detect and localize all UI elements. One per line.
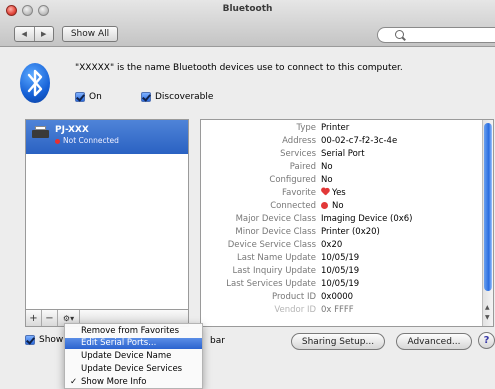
menu-item-remove-favorites[interactable]: Remove from Favorites [65,326,202,337]
on-label: On [89,92,102,102]
help-button[interactable]: ? [478,332,495,349]
menubar-label: bar [210,336,225,346]
scroll-up-arrow-icon[interactable]: ▲ [485,304,490,311]
info-row-vendor-id: Vendor ID 0x FFFF [274,305,354,315]
add-device-button[interactable]: + [26,310,42,326]
info-row-connected: Connected No [270,201,344,211]
printer-icon [32,126,49,140]
info-row-address: Address 00-02-c7-f2-3c-4e [282,136,398,146]
info-row-services: Services Serial Port [280,149,365,159]
checkbox-checked-icon [141,92,151,102]
info-row-product-id: Product ID 0x0000 [271,292,354,302]
advanced-button[interactable]: Advanced... [396,333,472,350]
scrollbar-thumb[interactable] [484,123,492,291]
status-dot-icon [55,139,60,144]
sharing-setup-button[interactable]: Sharing Setup... [291,333,385,350]
forward-button[interactable]: ▶ [33,27,54,41]
device-status: Not Connected [63,136,119,145]
on-checkbox[interactable]: On [75,92,102,102]
bluetooth-preferences-window: Bluetooth ◀ ▶ Show All "XXXXX" is the na… [0,0,495,389]
computer-name-text: "XXXXX" is the name Bluetooth devices us… [75,63,403,73]
checkbox-checked-icon [75,92,85,102]
menu-item-edit-serial-ports[interactable]: Edit Serial Ports... [65,338,202,349]
menu-item-show-more-info[interactable]: ✓ Show More Info [65,377,202,388]
discoverable-checkbox[interactable]: Discoverable [141,92,213,102]
menu-item-update-device-services[interactable]: Update Device Services [65,364,202,375]
back-button[interactable]: ◀ [15,27,34,41]
show-all-button[interactable]: Show All [62,26,118,42]
red-dot-icon [321,202,328,209]
info-row-last-name-update: Last Name Update 10/05/19 [237,253,360,263]
info-row-paired: Paired No [289,162,333,172]
heart-icon [321,188,329,196]
scroll-down-arrow-icon[interactable]: ▼ [485,314,490,321]
device-info-panel: Type Printer Address 00-02-c7-f2-3c-4e Ser… [200,119,494,327]
info-row-favorite: Favorite Yes [282,188,346,198]
back-forward-control: ◀ ▶ [14,26,54,42]
search-field[interactable] [377,27,495,43]
checkmark-icon: ✓ [70,377,78,387]
search-icon [395,30,404,39]
checkbox-checked-icon [25,335,35,345]
info-row-minor-class: Minor Device Class Printer (0x20) [235,227,380,237]
info-scrollbar[interactable]: ▲ ▼ [482,120,493,326]
show-label: Show [39,335,64,345]
window-title: Bluetooth [222,4,273,14]
remove-device-button[interactable]: − [42,310,58,326]
info-row-last-services-update: Last Services Update 10/05/19 [226,279,360,289]
info-row-type: Type Printer [296,123,350,133]
device-name: PJ-XXX [55,125,89,135]
info-row-last-inquiry-update: Last Inquiry Update 10/05/19 [232,266,360,276]
info-row-service-class: Device Service Class 0x20 [227,240,343,250]
menu-item-update-device-name[interactable]: Update Device Name [65,351,202,362]
discoverable-label: Discoverable [155,92,214,102]
info-row-configured: Configured No [269,175,333,185]
device-row[interactable]: PJ-XXX Not Connected [26,120,188,154]
show-in-menubar-checkbox[interactable]: Show [25,335,63,345]
info-row-major-class: Major Device Class Imaging Device (0x6) [235,214,413,224]
title-bar: Bluetooth ◀ ▶ Show All [0,0,495,47]
bluetooth-icon [20,63,50,103]
gear-dropdown-menu: Remove from Favorites Edit Serial Ports.… [64,323,203,389]
device-list[interactable]: PJ-XXX Not Connected [25,119,189,310]
